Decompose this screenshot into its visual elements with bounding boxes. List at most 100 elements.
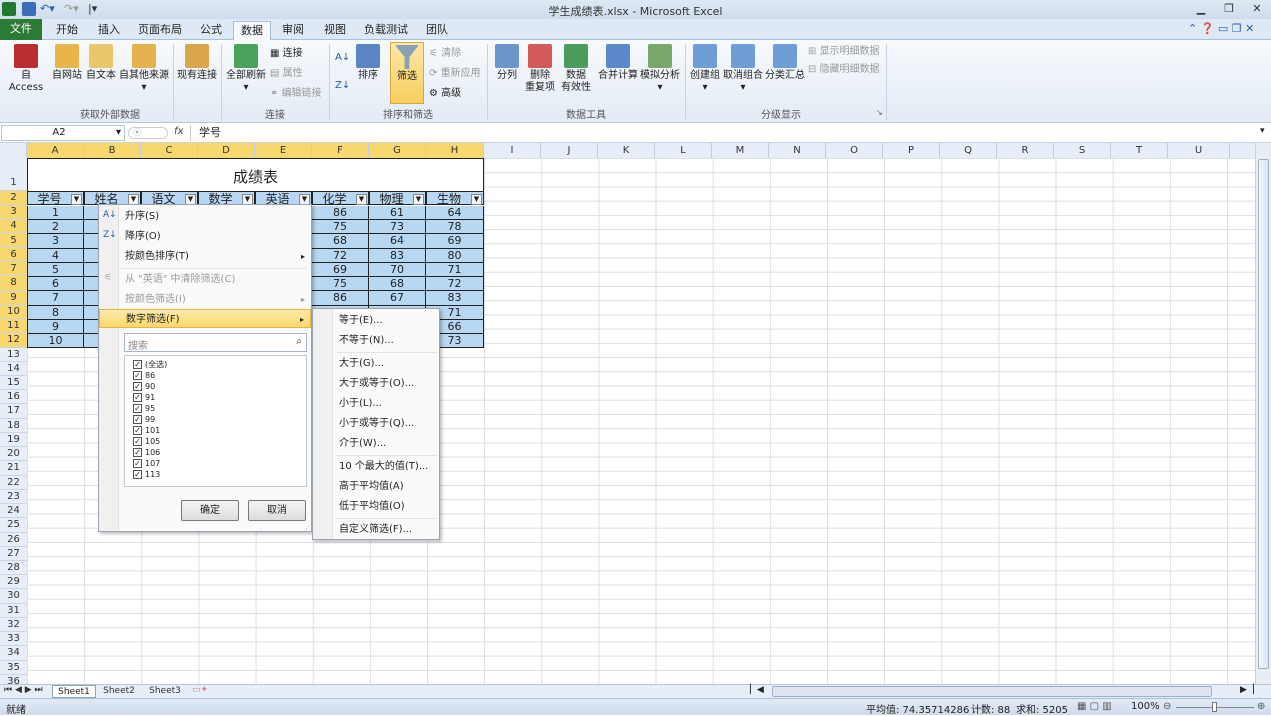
name-box[interactable]: A2 ▾ [1, 125, 125, 141]
row-header[interactable]: 18 [0, 418, 27, 433]
column-header[interactable]: P [883, 143, 940, 158]
checkbox-icon[interactable]: ✓ [133, 459, 142, 468]
zoom-level[interactable]: 100% [1131, 701, 1160, 712]
checkbox-icon[interactable]: ✓ [133, 437, 142, 446]
column-header[interactable]: U [1168, 143, 1230, 158]
tab-view[interactable]: 视图 [316, 21, 354, 40]
tab-file[interactable]: 文件 [0, 19, 42, 40]
sort-descending-item[interactable]: 降序(O) [99, 227, 311, 246]
column-header[interactable]: H [426, 143, 484, 158]
column-header[interactable]: A [27, 143, 84, 158]
group-button[interactable]: 创建组 ▾ [689, 44, 721, 94]
expand-formula-icon[interactable]: ▾ [1260, 126, 1265, 136]
scroll-right-icon[interactable]: ▶▕ [1240, 685, 1254, 695]
id-cell[interactable]: 1 [27, 206, 84, 221]
column-header[interactable]: G [369, 143, 426, 158]
sheet-tab-1[interactable]: Sheet1 [52, 685, 96, 698]
id-cell[interactable]: 5 [27, 262, 84, 278]
column-header[interactable]: D [198, 143, 255, 158]
sort-ascending-item[interactable]: 升序(S) [99, 207, 311, 226]
checkbox-icon[interactable]: ✓ [133, 360, 142, 369]
filter-dropdown-icon[interactable]: ▼ [413, 194, 424, 205]
biology-cell[interactable]: 72 [426, 277, 484, 292]
number-filters-item[interactable]: 数字筛选(F) ▸ [99, 309, 311, 328]
checklist-item[interactable]: ✓ (全选) [133, 359, 306, 370]
row-header[interactable]: 34 [0, 646, 27, 661]
insert-sheet-icon[interactable]: ▭✦ [192, 685, 208, 695]
filter-greater-equal-item[interactable]: 大于或等于(O)... [313, 374, 439, 393]
biology-cell[interactable]: 83 [426, 291, 484, 306]
checkbox-icon[interactable]: ✓ [133, 470, 142, 479]
properties-button[interactable]: ▤ 属性 [270, 68, 303, 80]
hide-detail-button[interactable]: ⊟ 隐藏明细数据 [808, 64, 880, 76]
clear-filter-item[interactable]: 从 "英语" 中清除筛选(C) [99, 270, 311, 289]
row-header[interactable]: 1 [0, 158, 27, 191]
checkbox-icon[interactable]: ✓ [133, 426, 142, 435]
row-header[interactable]: 6 [0, 247, 27, 263]
tab-review[interactable]: 审阅 [274, 21, 312, 40]
from-text-button[interactable]: 自文本 [85, 44, 117, 82]
chemistry-cell[interactable]: 69 [312, 262, 369, 278]
id-cell[interactable]: 8 [27, 305, 84, 320]
split-handle-icon[interactable]: ▏◀ [750, 685, 764, 695]
edit-links-button[interactable]: ⚭ 编辑链接 [270, 88, 322, 100]
formula-input[interactable]: 学号 [190, 125, 1260, 141]
column-header[interactable]: S [1054, 143, 1111, 158]
resize-grip-icon[interactable]: ⋰ [303, 525, 310, 533]
refresh-all-button[interactable]: 全部刷新 ▾ [226, 44, 266, 94]
row-header[interactable]: 2 [0, 191, 27, 206]
connections-button[interactable]: ▦ 连接 [270, 48, 303, 60]
zoom-out-icon[interactable]: ⊖ [1163, 701, 1171, 712]
id-cell[interactable]: 9 [27, 319, 84, 335]
filter-equals-item[interactable]: 等于(E)... [313, 311, 439, 330]
what-if-analysis-button[interactable]: 模拟分析 ▾ [640, 44, 680, 94]
checkbox-icon[interactable]: ✓ [133, 448, 142, 457]
search-input[interactable]: 搜索 ⌕ [124, 333, 307, 352]
tab-insert[interactable]: 插入 [90, 21, 128, 40]
physics-cell[interactable]: 83 [369, 248, 426, 263]
column-header[interactable]: E [255, 143, 312, 158]
row-header[interactable]: 23 [0, 489, 27, 505]
filter-above-average-item[interactable]: 高于平均值(A) [313, 477, 439, 496]
column-header[interactable]: J [541, 143, 598, 158]
filter-dropdown-icon[interactable]: ▼ [471, 194, 482, 205]
column-header[interactable]: K [598, 143, 655, 158]
minimize-icon[interactable]: ▁ [1190, 1, 1212, 17]
row-header[interactable]: 31 [0, 603, 27, 618]
id-cell[interactable]: 3 [27, 234, 84, 249]
row-header[interactable]: 7 [0, 262, 27, 277]
id-cell[interactable]: 4 [27, 248, 84, 263]
column-header[interactable]: C [141, 143, 198, 158]
checklist-item[interactable]: ✓ 99 [133, 414, 306, 425]
sort-button[interactable]: 排序 [354, 44, 382, 82]
filter-not-equals-item[interactable]: 不等于(N)... [313, 331, 439, 350]
header-cell[interactable]: 生物 ▼ [426, 191, 484, 206]
help-icon[interactable]: ⌃ ❓ ▭ ❐ ✕ [1188, 22, 1254, 35]
row-header[interactable]: 27 [0, 546, 27, 561]
checkbox-icon[interactable]: ✓ [133, 371, 142, 380]
biology-cell[interactable]: 78 [426, 220, 484, 235]
tab-page-layout[interactable]: 页面布局 [134, 21, 186, 40]
chemistry-cell[interactable]: 72 [312, 248, 369, 263]
remove-duplicates-button[interactable]: 删除 重复项 [524, 44, 556, 94]
from-access-button[interactable]: 自 Access [4, 44, 48, 94]
row-header[interactable]: 24 [0, 504, 27, 519]
checklist-item[interactable]: ✓ 105 [133, 436, 306, 447]
scrollbar-thumb[interactable] [1258, 159, 1269, 669]
column-header[interactable]: F [312, 143, 369, 158]
checkbox-icon[interactable]: ✓ [133, 393, 142, 402]
checklist-item[interactable]: ✓ 95 [133, 403, 306, 414]
chemistry-cell[interactable]: 75 [312, 220, 369, 235]
sort-by-color-item[interactable]: 按颜色排序(T) ▸ [99, 247, 311, 266]
filter-button[interactable]: 筛选 [390, 42, 424, 104]
row-header[interactable]: 33 [0, 632, 27, 647]
tab-data[interactable]: 数据 [233, 21, 271, 41]
dialog-launcher-icon[interactable]: ↘ [876, 108, 883, 117]
vertical-scrollbar[interactable] [1255, 143, 1271, 684]
biology-cell[interactable]: 71 [426, 262, 484, 278]
formula-expand-handle[interactable]: ⦿ [128, 127, 168, 139]
tab-team[interactable]: 团队 [418, 21, 456, 40]
close-icon[interactable]: ✕ [1246, 1, 1268, 17]
checkbox-icon[interactable]: ✓ [133, 382, 142, 391]
checklist-item[interactable]: ✓ 86 [133, 370, 306, 381]
